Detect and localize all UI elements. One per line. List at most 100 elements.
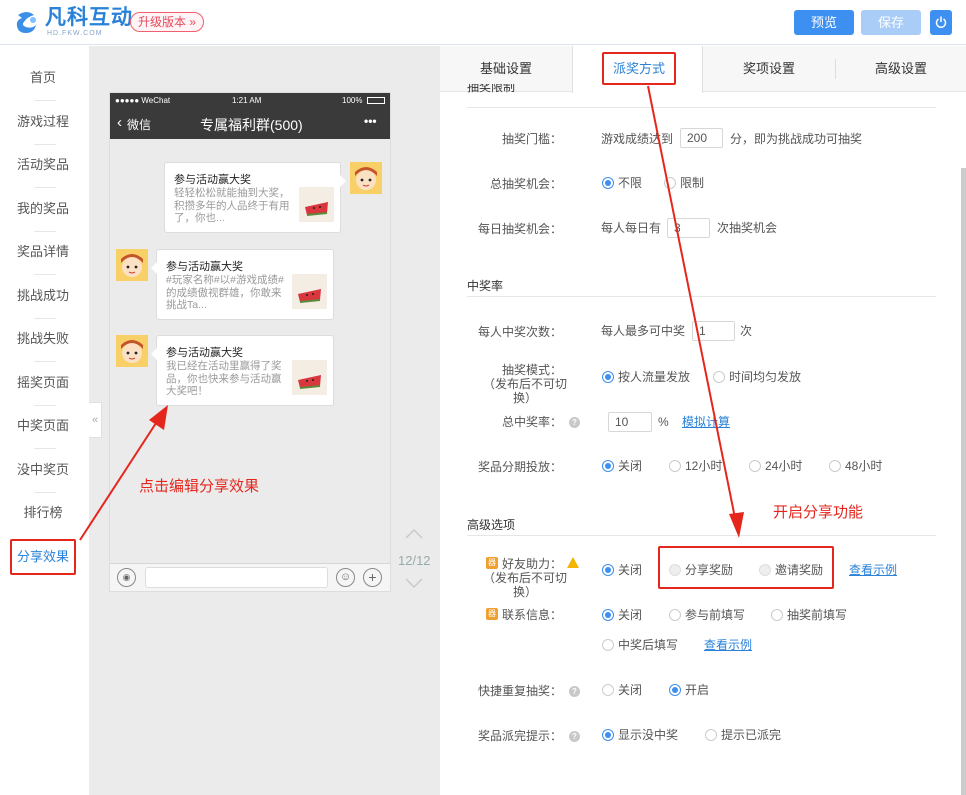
sidebar-divider xyxy=(34,448,56,449)
power-button[interactable] xyxy=(930,10,952,35)
sidebar-item[interactable]: 我的奖品 xyxy=(10,191,76,227)
sidebar-divider xyxy=(34,143,56,145)
scrollbar[interactable] xyxy=(961,168,966,795)
status-time: 1:21 AM xyxy=(232,96,262,105)
save-button[interactable]: 保存 xyxy=(861,10,921,35)
sidebar-divider xyxy=(34,491,56,493)
threshold-suffix: 分，即为挑战成功可抽奖 xyxy=(730,132,863,146)
share-message-card[interactable]: 参与活动赢大奖 我已经在活动里赢得了奖品，你也快来参与活动赢大奖吧！ xyxy=(151,335,334,406)
per-person-input[interactable]: 1 xyxy=(692,321,735,341)
tip-no-win-label: 显示没中奖 xyxy=(618,728,679,742)
preview-button[interactable]: 预览 xyxy=(794,10,854,35)
sidebar-item[interactable]: 游戏过程 xyxy=(10,104,76,140)
message-desc: #玩家名称#以#游戏成绩#的成绩傲视群雄，你敢来挑战Ta... xyxy=(166,274,284,311)
upgrade-button[interactable]: 升级版本 » xyxy=(130,12,204,32)
contact-off-label: 关闭 xyxy=(618,608,643,622)
sidebar-item[interactable]: 首页 xyxy=(10,60,76,96)
page-up-icon[interactable] xyxy=(404,528,424,540)
sidebar-item[interactable]: 分享效果 xyxy=(10,538,76,575)
message-title: 参与活动赢大奖 xyxy=(174,174,251,186)
sidebar-divider xyxy=(34,230,56,232)
sidebar-item[interactable]: 排行榜 xyxy=(10,495,76,531)
tip-no-win-radio[interactable] xyxy=(602,729,614,741)
sidebar-divider xyxy=(34,187,56,188)
mode-traffic-radio[interactable] xyxy=(602,371,614,383)
total-limited-label: 限制 xyxy=(680,176,705,190)
sidebar-item[interactable]: 中奖页面 xyxy=(10,408,76,444)
threshold-prefix: 游戏成绩达到 xyxy=(601,132,674,146)
sidebar-divider xyxy=(34,317,56,319)
total-unlimited-radio[interactable] xyxy=(602,177,614,189)
daily-input[interactable]: 3 xyxy=(667,218,710,238)
tip-sold-out-radio[interactable] xyxy=(705,729,717,741)
contact-example-link[interactable]: 查看示例 xyxy=(704,636,752,654)
sidebar-item[interactable]: 奖品详情 xyxy=(10,234,76,270)
simulate-link[interactable]: 模拟计算 xyxy=(682,413,730,431)
prize-tip-label: 奖品派完提示： xyxy=(477,729,562,743)
help-icon[interactable]: ? xyxy=(569,417,580,428)
voice-icon: ◉ xyxy=(117,568,136,587)
contact-after-win-label: 中奖后填写 xyxy=(618,638,679,652)
share-message-card[interactable]: 参与活动赢大奖 轻轻松松就能抽到大奖，积攒多年的人品终于有用了，你也... xyxy=(164,162,346,233)
mode-time-label: 时间均匀发放 xyxy=(729,370,802,384)
staged-release-label: 奖品分期投放： xyxy=(477,460,562,474)
vip-badge-icon: 器 xyxy=(486,608,498,620)
contact-before-draw-radio[interactable] xyxy=(771,609,783,621)
help-icon[interactable]: ? xyxy=(569,686,580,697)
stage-48h-label: 48小时 xyxy=(845,459,883,473)
contact-after-win-radio[interactable] xyxy=(602,639,614,651)
total-unlimited-label: 不限 xyxy=(618,176,643,190)
sidebar-divider xyxy=(34,274,56,275)
share-message-card[interactable]: 参与活动赢大奖 #玩家名称#以#游戏成绩#的成绩傲视群雄，你敢来挑战Ta... xyxy=(151,249,334,320)
sidebar-item[interactable]: 挑战失败 xyxy=(10,321,76,357)
friend-help-label: 好友助力： xyxy=(502,557,563,571)
contact-off-radio[interactable] xyxy=(602,609,614,621)
settings-panel: 基础设置 派奖方式 奖项设置 高级设置 抽奖限制 抽奖门槛： 游戏成绩达到 20… xyxy=(440,46,966,795)
mode-time-radio[interactable] xyxy=(713,371,725,383)
friend-help-note: （发布后不可切换） xyxy=(482,571,567,599)
contact-before-join-radio[interactable] xyxy=(669,609,681,621)
quick-on-radio[interactable] xyxy=(669,684,681,696)
collapse-button[interactable]: « xyxy=(89,402,102,438)
section-win-rate: 中奖率 xyxy=(467,277,936,297)
total-rate-input[interactable]: 10 xyxy=(608,412,652,432)
quick-off-radio[interactable] xyxy=(602,684,614,696)
vip-badge-icon: 器 xyxy=(486,557,498,569)
sidebar-item[interactable]: 摇奖页面 xyxy=(10,365,76,401)
sidebar-item[interactable]: 没中奖页 xyxy=(10,452,76,488)
battery-text: 100% xyxy=(342,96,363,105)
total-limited-radio[interactable] xyxy=(664,177,676,189)
total-chances-label: 总抽奖机会： xyxy=(489,177,562,191)
daily-prefix: 每人每日有 xyxy=(601,221,662,235)
power-icon xyxy=(935,16,947,28)
stage-24h-radio[interactable] xyxy=(749,460,761,472)
sidebar-item[interactable]: 活动奖品 xyxy=(10,147,76,183)
stage-off-label: 关闭 xyxy=(618,459,643,473)
per-person-prefix: 每人最多可中奖 xyxy=(601,324,686,338)
threshold-input[interactable]: 200 xyxy=(680,128,723,148)
contact-info-label: 联系信息： xyxy=(502,608,563,622)
help-icon[interactable]: ? xyxy=(569,731,580,742)
chat-area: 参与活动赢大奖 轻轻松松就能抽到大奖，积攒多年的人品终于有用了，你也... 参与… xyxy=(110,139,390,563)
battery-icon xyxy=(367,97,385,104)
stage-48h-radio[interactable] xyxy=(829,460,841,472)
annotation-right: 开启分享功能 xyxy=(773,504,864,521)
stage-off-radio[interactable] xyxy=(602,460,614,472)
friend-example-link[interactable]: 查看示例 xyxy=(849,561,897,579)
section-advanced: 高级选项 xyxy=(467,516,936,536)
friend-off-label: 关闭 xyxy=(618,563,643,577)
mode-traffic-label: 按人流量发放 xyxy=(618,370,691,384)
more-icon: ••• xyxy=(364,114,377,128)
draw-mode-note: （发布后不可切换） xyxy=(482,377,567,405)
stage-12h-radio[interactable] xyxy=(669,460,681,472)
page-down-icon[interactable] xyxy=(404,577,424,589)
friend-off-radio[interactable] xyxy=(602,564,614,576)
sidebar-divider xyxy=(34,404,56,406)
phone-preview[interactable]: ●●●●● WeChat 1:21 AM 100% ‹ 微信 专属福利群(500… xyxy=(109,92,391,592)
chat-title: 专属福利群(500) xyxy=(200,117,303,133)
sidebar-item[interactable]: 挑战成功 xyxy=(10,278,76,314)
watermelon-thumbnail xyxy=(299,187,334,222)
contact-before-join-label: 参与前填写 xyxy=(685,608,746,622)
watermelon-thumbnail xyxy=(292,360,327,395)
page-counter: 12/12 xyxy=(398,553,431,568)
